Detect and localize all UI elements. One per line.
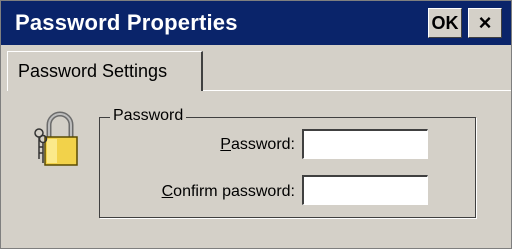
- password-input[interactable]: [302, 129, 428, 159]
- tab-password-settings[interactable]: Password Settings: [7, 51, 203, 91]
- confirm-password-label: Confirm password:: [162, 183, 295, 201]
- confirm-label-rest: onfirm password:: [173, 183, 295, 200]
- tab-content: Password Password: Confirm password:: [1, 91, 511, 248]
- window-title: Password Properties: [15, 10, 238, 35]
- tab-strip: Password Settings: [1, 45, 511, 91]
- close-button[interactable]: ×: [468, 8, 502, 38]
- password-label-rest: assword:: [230, 136, 295, 153]
- password-label: Password:: [220, 136, 295, 154]
- title-bar: Password Properties OK ×: [1, 1, 511, 45]
- password-properties-dialog: Password Properties OK × Password Settin…: [0, 0, 512, 249]
- password-label-accel: P: [220, 136, 231, 153]
- group-legend: Password: [110, 107, 187, 125]
- confirm-password-input[interactable]: [302, 175, 428, 205]
- password-groupbox: Password Password: Confirm password:: [99, 107, 476, 218]
- ok-button[interactable]: OK: [428, 8, 462, 38]
- lock-icon: [34, 111, 78, 166]
- tab-label: Password Settings: [18, 61, 168, 81]
- confirm-label-accel: C: [161, 183, 174, 200]
